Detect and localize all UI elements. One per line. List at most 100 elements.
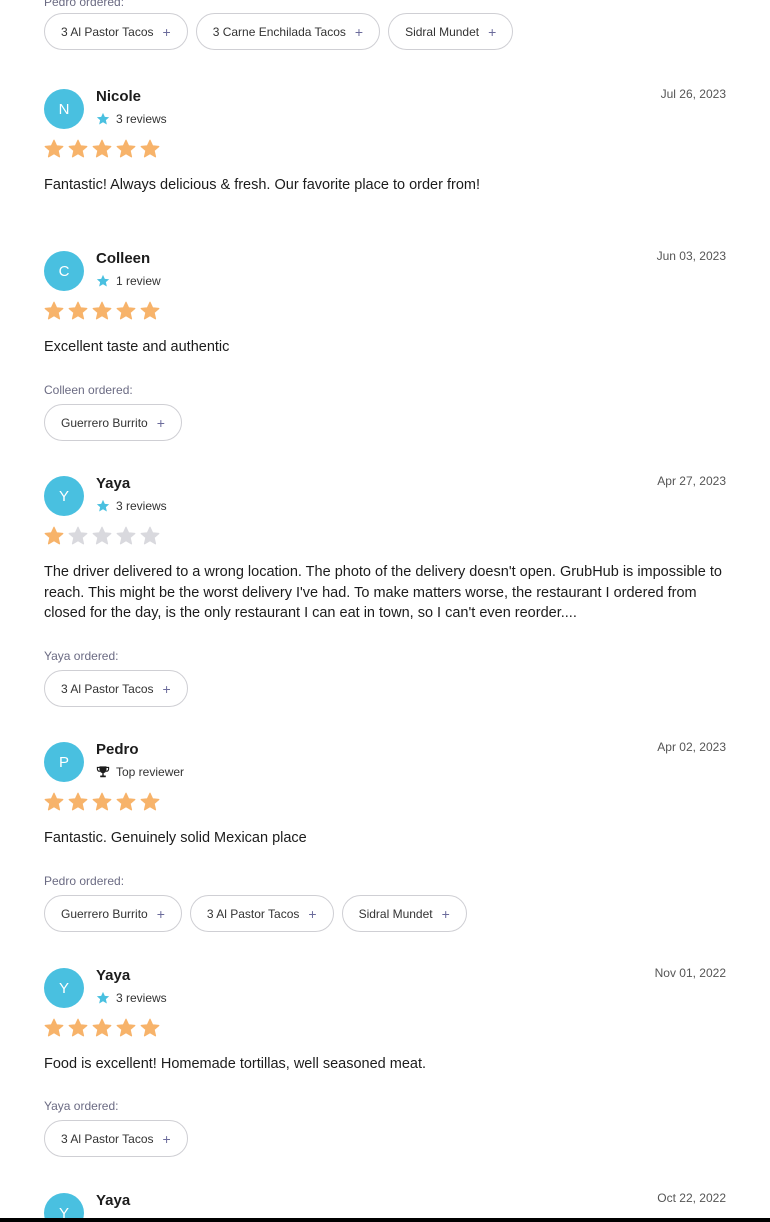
reviewer-meta: 1 review bbox=[96, 274, 161, 288]
menu-item-chip[interactable]: 3 Carne Enchilada Tacos + bbox=[195, 13, 381, 50]
ordered-label: Yaya ordered: bbox=[44, 649, 119, 663]
rating-star-icon bbox=[140, 301, 160, 320]
rating-star-icon bbox=[68, 139, 88, 158]
review-date: Apr 02, 2023 bbox=[657, 740, 726, 754]
reviewer-name[interactable]: Yaya bbox=[96, 1192, 130, 1209]
rating-star-icon bbox=[140, 139, 160, 158]
review-date: Oct 22, 2022 bbox=[657, 1191, 726, 1205]
review-date: Apr 27, 2023 bbox=[657, 474, 726, 488]
ordered-section: Colleen ordered: Guerrero Burrito + bbox=[44, 383, 182, 441]
rating-star-icon bbox=[140, 792, 160, 811]
review-text: Food is excellent! Homemade tortillas, w… bbox=[44, 1056, 427, 1072]
review-date: Jun 03, 2023 bbox=[656, 249, 726, 263]
rating-star-icon bbox=[44, 792, 64, 811]
reviewer-meta: Top reviewer bbox=[96, 765, 184, 779]
rating-star-icon bbox=[116, 1018, 136, 1037]
plus-icon: + bbox=[488, 23, 497, 40]
star-icon bbox=[96, 274, 110, 288]
avatar: P bbox=[44, 742, 84, 782]
plus-icon: + bbox=[162, 680, 171, 697]
reviewer-name[interactable]: Yaya bbox=[96, 967, 130, 984]
plus-icon: + bbox=[156, 905, 165, 922]
reviewer-meta: 3 reviews bbox=[96, 112, 167, 126]
review-text: Fantastic! Always delicious & fresh. Our… bbox=[44, 177, 480, 193]
avatar: Y bbox=[44, 476, 84, 516]
rating-stars bbox=[44, 1018, 160, 1038]
rating-star-icon bbox=[68, 526, 88, 545]
rating-star-icon bbox=[140, 526, 160, 545]
reviewer-meta: 3 reviews bbox=[96, 991, 167, 1005]
rating-stars bbox=[44, 301, 160, 321]
plus-icon: + bbox=[162, 23, 171, 40]
rating-stars bbox=[44, 139, 160, 159]
ordered-items: Guerrero Burrito + bbox=[44, 404, 182, 441]
rating-star-icon bbox=[116, 301, 136, 320]
rating-stars bbox=[44, 792, 160, 812]
rating-star-icon bbox=[44, 1018, 64, 1037]
reviews-page: Pedro ordered: 3 Al Pastor Tacos + 3 Carn… bbox=[0, 0, 770, 1222]
review-date: Nov 01, 2022 bbox=[654, 966, 726, 980]
rating-star-icon bbox=[92, 1018, 112, 1037]
star-icon bbox=[96, 991, 110, 1005]
ordered-section: Yaya ordered: 3 Al Pastor Tacos + bbox=[44, 649, 188, 707]
ordered-label: Colleen ordered: bbox=[44, 383, 133, 397]
ordered-section: Yaya ordered: 3 Al Pastor Tacos + bbox=[44, 1099, 188, 1157]
rating-star-icon bbox=[68, 1018, 88, 1037]
menu-item-chip[interactable]: 3 Al Pastor Tacos + bbox=[44, 670, 188, 707]
rating-star-icon bbox=[68, 792, 88, 811]
menu-item-chip[interactable]: 3 Al Pastor Tacos + bbox=[189, 895, 334, 932]
star-icon bbox=[96, 499, 110, 513]
rating-star-icon bbox=[92, 526, 112, 545]
reviewer-name[interactable]: Pedro bbox=[96, 741, 139, 758]
star-icon bbox=[96, 112, 110, 126]
review-card: C Colleen 1 review Jun 03, 2023 Excellen… bbox=[44, 249, 726, 451]
review-text: Fantastic. Genuinely solid Mexican place bbox=[44, 830, 307, 846]
rating-star-icon bbox=[140, 1018, 160, 1037]
review-card: Y Yaya 3 reviews Nov 01, 2022 Food is ex… bbox=[44, 966, 726, 1168]
ordered-items: 3 Al Pastor Tacos + 3 Carne Enchilada Tac… bbox=[44, 13, 514, 50]
reviewer-name[interactable]: Colleen bbox=[96, 250, 150, 267]
menu-item-chip[interactable]: Sidral Mundet + bbox=[341, 895, 467, 932]
plus-icon: + bbox=[354, 23, 364, 40]
rating-star-icon bbox=[68, 301, 88, 320]
rating-star-icon bbox=[92, 792, 112, 811]
review-card: P Pedro Top reviewer Apr 02, 2023 Fantas… bbox=[44, 740, 726, 942]
menu-item-chip[interactable]: Guerrero Burrito + bbox=[44, 404, 182, 441]
menu-item-chip[interactable]: 3 Al Pastor Tacos + bbox=[44, 13, 188, 50]
rating-star-icon bbox=[92, 301, 112, 320]
ordered-items: 3 Al Pastor Tacos + bbox=[44, 1120, 188, 1157]
review-card: N Nicole 3 reviews Jul 26, 2023 Fantasti… bbox=[44, 87, 726, 219]
rating-star-icon bbox=[116, 792, 136, 811]
ordered-section: Pedro ordered: 3 Al Pastor Tacos + 3 Carn… bbox=[44, 0, 514, 50]
ordered-items: Guerrero Burrito + 3 Al Pastor Tacos + Sid… bbox=[44, 895, 467, 932]
review-card: Y Yaya 3 reviews Apr 27, 2023 The driver… bbox=[44, 474, 726, 716]
review-date: Jul 26, 2023 bbox=[660, 87, 726, 101]
rating-star-icon bbox=[44, 139, 64, 158]
avatar: Y bbox=[44, 968, 84, 1008]
plus-icon: + bbox=[162, 1130, 171, 1147]
rating-stars bbox=[44, 526, 160, 546]
rating-star-icon bbox=[44, 301, 64, 320]
plus-icon: + bbox=[441, 905, 450, 922]
ordered-label: Yaya ordered: bbox=[44, 1099, 119, 1113]
ordered-label: Pedro ordered: bbox=[44, 874, 125, 888]
review-text: The driver delivered to a wrong location… bbox=[44, 564, 722, 621]
ordered-section: Pedro ordered: Guerrero Burrito + 3 Al Pa… bbox=[44, 874, 467, 932]
menu-item-chip[interactable]: Guerrero Burrito + bbox=[44, 895, 182, 932]
reviewer-name[interactable]: Yaya bbox=[96, 475, 130, 492]
trophy-icon bbox=[96, 765, 110, 779]
rating-star-icon bbox=[92, 139, 112, 158]
reviewer-meta: 3 reviews bbox=[96, 499, 167, 513]
avatar: C bbox=[44, 251, 84, 291]
ordered-items: 3 Al Pastor Tacos + bbox=[44, 670, 188, 707]
rating-star-icon bbox=[116, 526, 136, 545]
avatar: N bbox=[44, 89, 84, 129]
bottom-edge bbox=[0, 1218, 770, 1222]
rating-star-icon bbox=[44, 526, 64, 545]
plus-icon: + bbox=[308, 905, 317, 922]
review-text: Excellent taste and authentic bbox=[44, 339, 230, 355]
ordered-label: Pedro ordered: bbox=[44, 0, 125, 9]
menu-item-chip[interactable]: Sidral Mundet + bbox=[388, 13, 514, 50]
reviewer-name[interactable]: Nicole bbox=[96, 88, 141, 105]
menu-item-chip[interactable]: 3 Al Pastor Tacos + bbox=[44, 1120, 188, 1157]
